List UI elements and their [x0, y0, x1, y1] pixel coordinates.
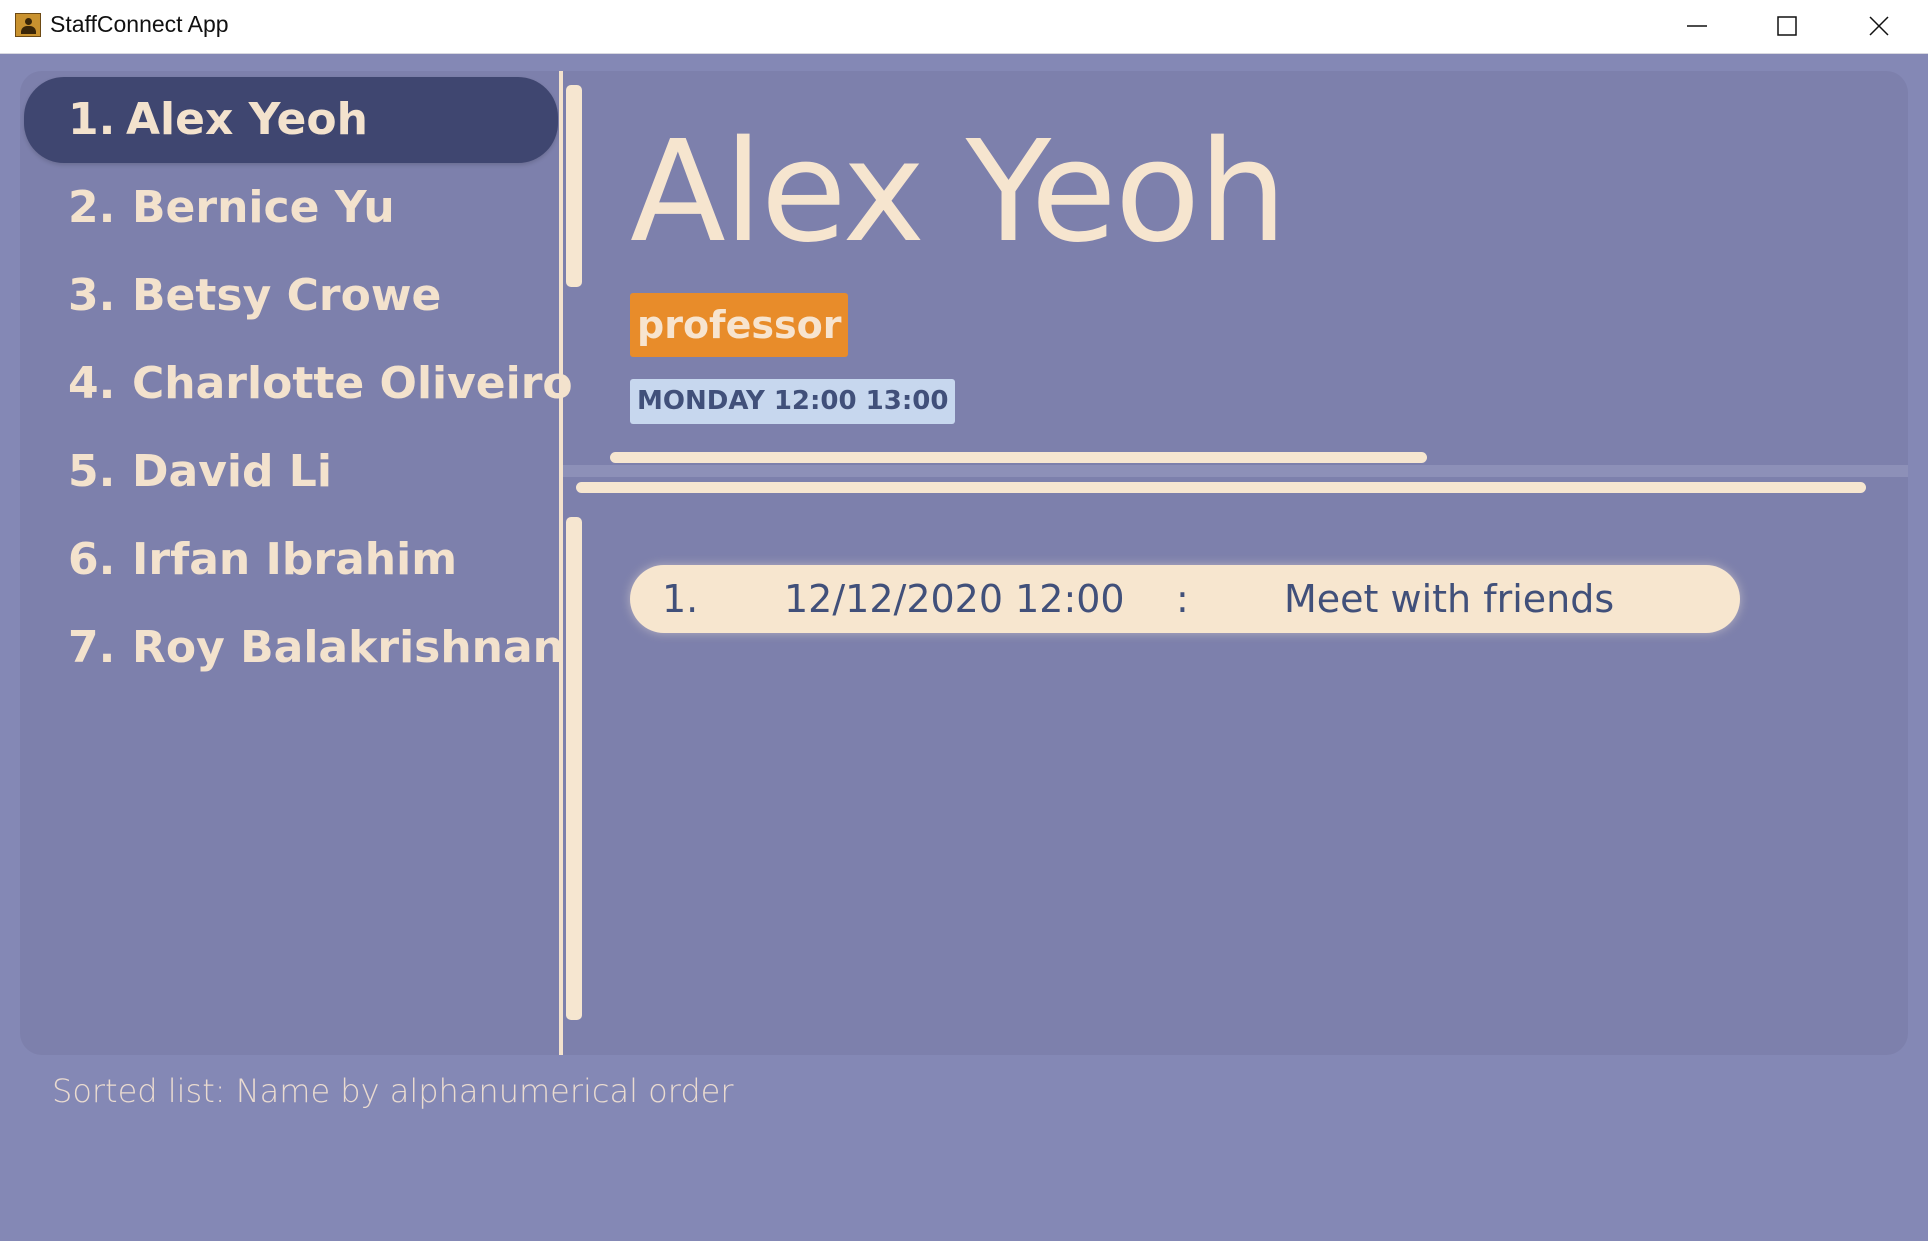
staff-list: 1. Alex Yeoh 2. Bernice Yu 3. Betsy Crowe 4… [20, 71, 573, 1055]
close-icon [1869, 16, 1889, 36]
meeting-description: Meet with friends [1284, 577, 1615, 621]
staff-list-item[interactable]: 1. Alex Yeoh [24, 77, 558, 163]
list-item-index: 4. [68, 358, 116, 409]
availability-badge: MONDAY 12:00 13:00 [630, 379, 956, 424]
person-card-icon [15, 13, 41, 37]
maximize-button[interactable] [1742, 0, 1832, 53]
staff-list-item[interactable]: 4. Charlotte Oliveiro [24, 341, 573, 427]
list-item-name: Irfan Ibrahim [132, 534, 458, 585]
meeting-separator: : [1176, 577, 1189, 621]
meeting-card[interactable]: 1. 12/12/2020 12:00 : Meet with friends [630, 565, 1740, 633]
split-pane-divider[interactable] [563, 465, 1908, 477]
panel-divider[interactable] [559, 71, 563, 1055]
minimize-icon [1687, 25, 1707, 27]
close-button[interactable] [1834, 0, 1924, 53]
window-title: StaffConnect App [50, 11, 229, 37]
maximize-icon [1777, 16, 1797, 36]
list-item-name: Alex Yeoh [126, 94, 368, 145]
staff-list-item[interactable]: 7. Roy Balakrishnan [24, 605, 564, 691]
meeting-index: 1. [662, 577, 699, 621]
status-bar-text: Sorted list: Name by alphanumerical orde… [52, 1072, 734, 1110]
list-item-index: 1. [68, 94, 116, 145]
tag-badge: professor [630, 293, 849, 357]
staff-name-heading: Alex Yeoh [630, 111, 1287, 274]
list-item-name: Betsy Crowe [132, 270, 442, 321]
split-divider-handle[interactable] [576, 482, 1866, 493]
list-item-index: 6. [68, 534, 116, 585]
list-item-name: Charlotte Oliveiro [132, 358, 573, 409]
meeting-datetime: 12/12/2020 12:00 [784, 577, 1125, 621]
meetings-scrollbar-thumb[interactable] [566, 517, 582, 1020]
list-item-name: David Li [132, 446, 332, 497]
staff-list-item[interactable]: 6. Irfan Ibrahim [24, 517, 558, 603]
minimize-button[interactable] [1652, 0, 1742, 53]
detail-scrollbar-thumb[interactable] [566, 85, 582, 287]
list-item-name: Bernice Yu [132, 182, 395, 233]
main-panel: 1. Alex Yeoh 2. Bernice Yu 3. Betsy Crowe 4… [20, 71, 1908, 1055]
detail-horizontal-scrollbar-thumb[interactable] [610, 452, 1427, 463]
staff-list-item[interactable]: 5. David Li [24, 429, 558, 515]
list-item-index: 7. [68, 622, 116, 673]
list-item-name: Roy Balakrishnan [132, 622, 565, 673]
list-item-index: 3. [68, 270, 116, 321]
title-bar: StaffConnect App [0, 0, 1928, 54]
staff-list-item[interactable]: 3. Betsy Crowe [24, 253, 558, 339]
list-item-index: 2. [68, 182, 116, 233]
staff-list-item[interactable]: 2. Bernice Yu [24, 165, 558, 251]
list-item-index: 5. [68, 446, 116, 497]
